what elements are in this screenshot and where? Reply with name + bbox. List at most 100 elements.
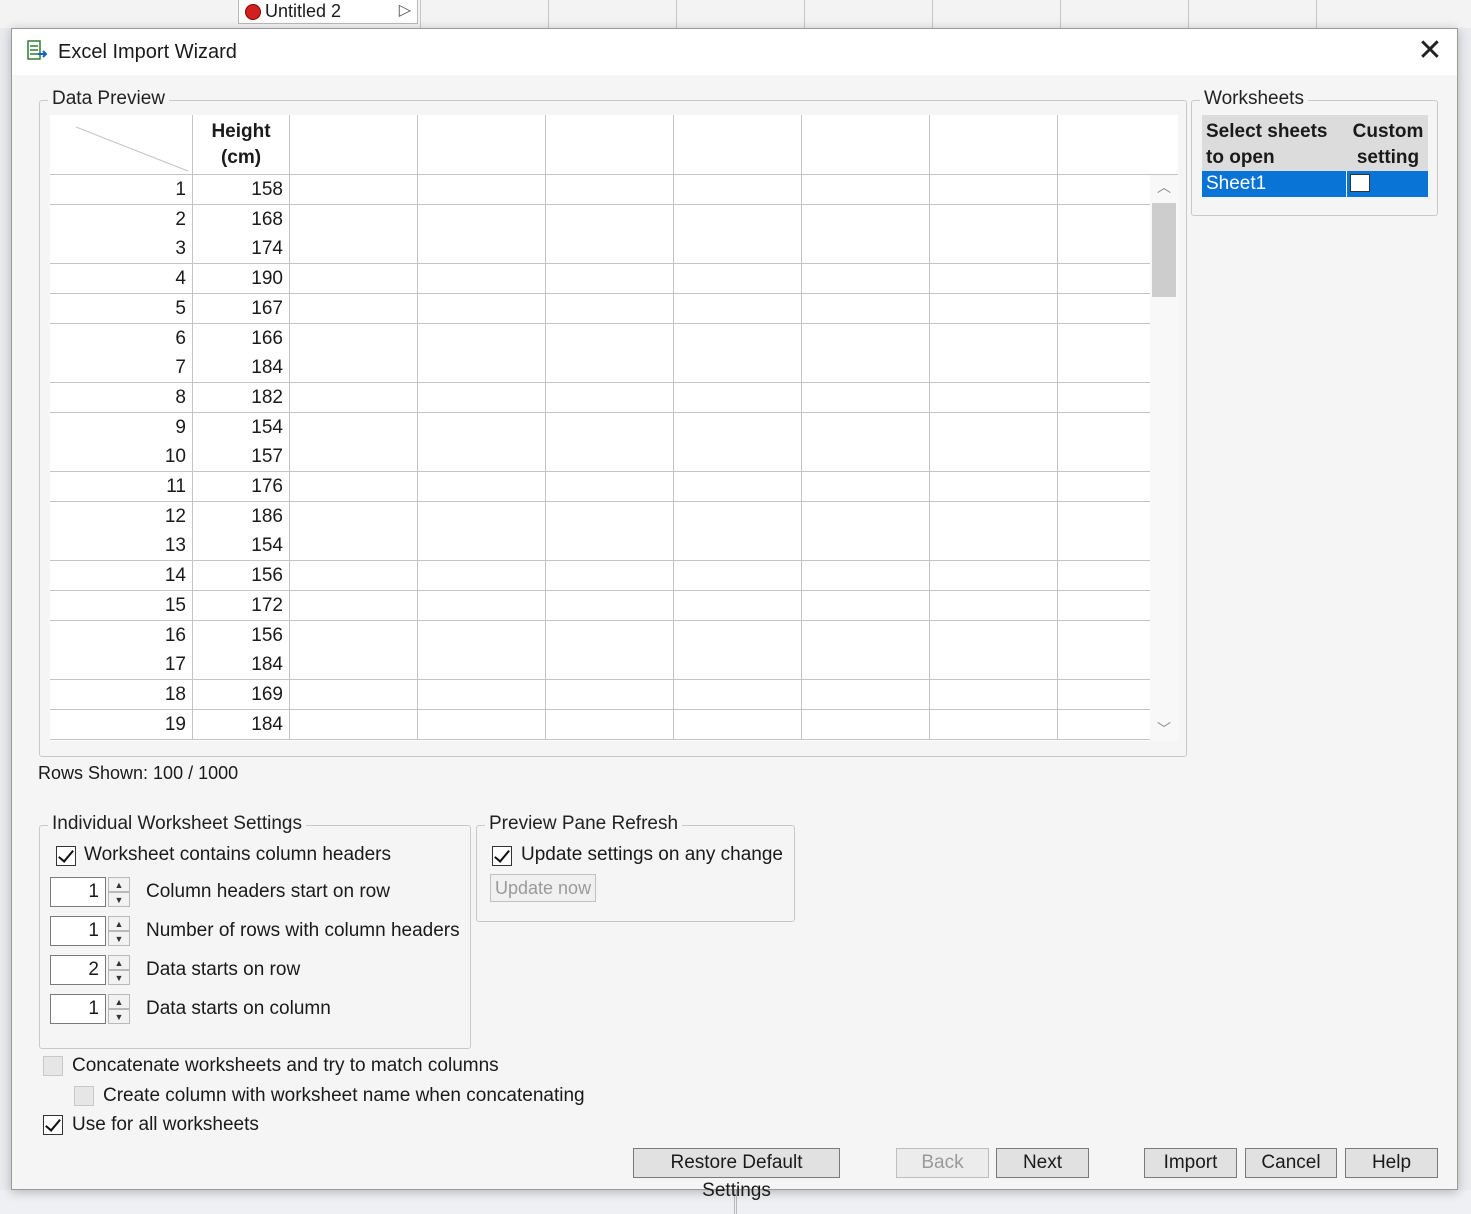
worksheets-group: Worksheets Select sheets to open Custom … — [1191, 88, 1438, 216]
headers-start-stepper[interactable]: ▲ ▼ — [108, 877, 130, 907]
table-row[interactable]: 2 168 — [50, 204, 1150, 235]
empty-cell — [545, 472, 673, 502]
column-header[interactable] — [289, 115, 417, 175]
empty-cell — [673, 293, 801, 324]
spin-up-icon[interactable]: ▲ — [108, 916, 130, 931]
empty-cell — [801, 442, 929, 473]
empty-cell — [929, 472, 1057, 502]
contains-headers-checkbox[interactable] — [56, 846, 76, 866]
table-row[interactable]: 4 190 — [50, 264, 1150, 295]
vertical-scrollbar[interactable]: ︿ ﹀ — [1150, 175, 1178, 741]
spin-up-icon[interactable]: ▲ — [108, 877, 130, 892]
table-row[interactable]: 3 174 — [50, 234, 1150, 265]
empty-cell — [1057, 353, 1150, 384]
empty-cell — [929, 412, 1057, 443]
empty-cell — [673, 264, 801, 295]
table-row[interactable]: 8 182 — [50, 382, 1150, 413]
table-row[interactable]: 5 167 — [50, 293, 1150, 324]
table-row[interactable]: 10 157 — [50, 442, 1150, 473]
scroll-down-icon[interactable]: ﹀ — [1150, 717, 1178, 741]
spin-up-icon[interactable]: ▲ — [108, 955, 130, 970]
column-header-filler — [1057, 115, 1178, 175]
close-button[interactable]: ✕ — [1415, 36, 1445, 67]
height-cell: 184 — [192, 650, 289, 681]
empty-cell — [417, 323, 545, 354]
scroll-thumb[interactable] — [1152, 203, 1176, 297]
empty-cell — [801, 264, 929, 295]
spin-down-icon[interactable]: ▼ — [108, 970, 130, 985]
empty-cell — [1057, 412, 1150, 443]
empty-cell — [545, 382, 673, 413]
next-button[interactable]: Next — [996, 1148, 1089, 1178]
empty-cell — [417, 620, 545, 651]
excel-import-wizard-dialog: Excel Import Wizard ✕ Data Preview Heigh… — [11, 28, 1458, 1201]
empty-cell — [289, 293, 417, 324]
concatenate-checkbox[interactable] — [43, 1056, 63, 1076]
back-button[interactable]: Back — [896, 1148, 989, 1178]
row-number: 15 — [50, 590, 192, 621]
help-button[interactable]: Help — [1345, 1148, 1438, 1178]
table-row[interactable]: 17 184 — [50, 650, 1150, 681]
height-cell: 184 — [192, 709, 289, 740]
empty-cell — [801, 234, 929, 265]
empty-cell — [673, 323, 801, 354]
data-col-input[interactable]: 1 — [50, 994, 106, 1024]
table-row[interactable]: 18 169 — [50, 679, 1150, 710]
empty-cell — [417, 293, 545, 324]
height-cell: 190 — [192, 264, 289, 295]
data-row-stepper[interactable]: ▲ ▼ — [108, 955, 130, 985]
data-preview-grid[interactable]: Height (cm) 1 158 2 168 3 174 4 190 5 167 6 166 7 184… — [50, 115, 1178, 741]
table-row[interactable]: 13 154 — [50, 531, 1150, 562]
background-divider — [420, 0, 421, 28]
update-any-change-checkbox[interactable] — [492, 846, 512, 866]
create-column-checkbox[interactable] — [74, 1086, 94, 1106]
spin-down-icon[interactable]: ▼ — [108, 931, 130, 946]
data-col-stepper[interactable]: ▲ ▼ — [108, 994, 130, 1024]
column-header[interactable] — [801, 115, 929, 175]
import-button[interactable]: Import — [1144, 1148, 1237, 1178]
background-tab[interactable]: Untitled 2 ▷ — [238, 0, 418, 24]
restore-defaults-button[interactable]: Restore Default Settings — [633, 1148, 840, 1201]
empty-cell — [1057, 590, 1150, 621]
table-row[interactable]: 19 184 — [50, 709, 1150, 740]
table-row[interactable]: 15 172 — [50, 590, 1150, 621]
column-header[interactable] — [929, 115, 1057, 175]
scroll-up-icon[interactable]: ︿ — [1150, 175, 1178, 199]
table-row[interactable]: 12 186 — [50, 501, 1150, 532]
data-row-input[interactable]: 2 — [50, 955, 106, 985]
empty-cell — [929, 501, 1057, 532]
preview-refresh-title: Preview Pane Refresh — [485, 813, 683, 835]
spin-down-icon[interactable]: ▼ — [108, 892, 130, 907]
cancel-button[interactable]: Cancel — [1245, 1148, 1337, 1178]
table-row[interactable]: 11 176 — [50, 472, 1150, 502]
spin-up-icon[interactable]: ▲ — [108, 994, 130, 1009]
table-row[interactable]: 1 158 — [50, 175, 1150, 205]
table-row[interactable]: 16 156 — [50, 620, 1150, 651]
individual-settings-title: Individual Worksheet Settings — [48, 813, 306, 835]
empty-cell — [545, 620, 673, 651]
headers-start-input[interactable]: 1 — [50, 877, 106, 907]
empty-cell — [545, 650, 673, 681]
worksheet-row-sheet1[interactable]: Sheet1 — [1202, 171, 1428, 197]
empty-cell — [545, 293, 673, 324]
custom-setting-checkbox[interactable] — [1350, 174, 1370, 192]
column-header[interactable]: Height (cm) — [192, 115, 289, 175]
header-rows-input[interactable]: 1 — [50, 916, 106, 946]
table-row[interactable]: 6 166 — [50, 323, 1150, 354]
column-header[interactable] — [545, 115, 673, 175]
table-row[interactable]: 14 156 — [50, 561, 1150, 592]
column-header[interactable] — [417, 115, 545, 175]
empty-cell — [545, 175, 673, 205]
height-cell: 166 — [192, 323, 289, 354]
column-header[interactable] — [673, 115, 801, 175]
worksheets-header: Select sheets to open Custom setting — [1202, 115, 1428, 171]
header-rows-stepper[interactable]: ▲ ▼ — [108, 916, 130, 946]
use-for-all-checkbox[interactable] — [43, 1115, 63, 1135]
background-divider — [1060, 0, 1061, 28]
empty-cell — [929, 442, 1057, 473]
table-row[interactable]: 9 154 — [50, 412, 1150, 443]
spin-down-icon[interactable]: ▼ — [108, 1009, 130, 1024]
row-number: 10 — [50, 442, 192, 473]
update-now-button[interactable]: Update now — [490, 874, 597, 902]
table-row[interactable]: 7 184 — [50, 353, 1150, 384]
